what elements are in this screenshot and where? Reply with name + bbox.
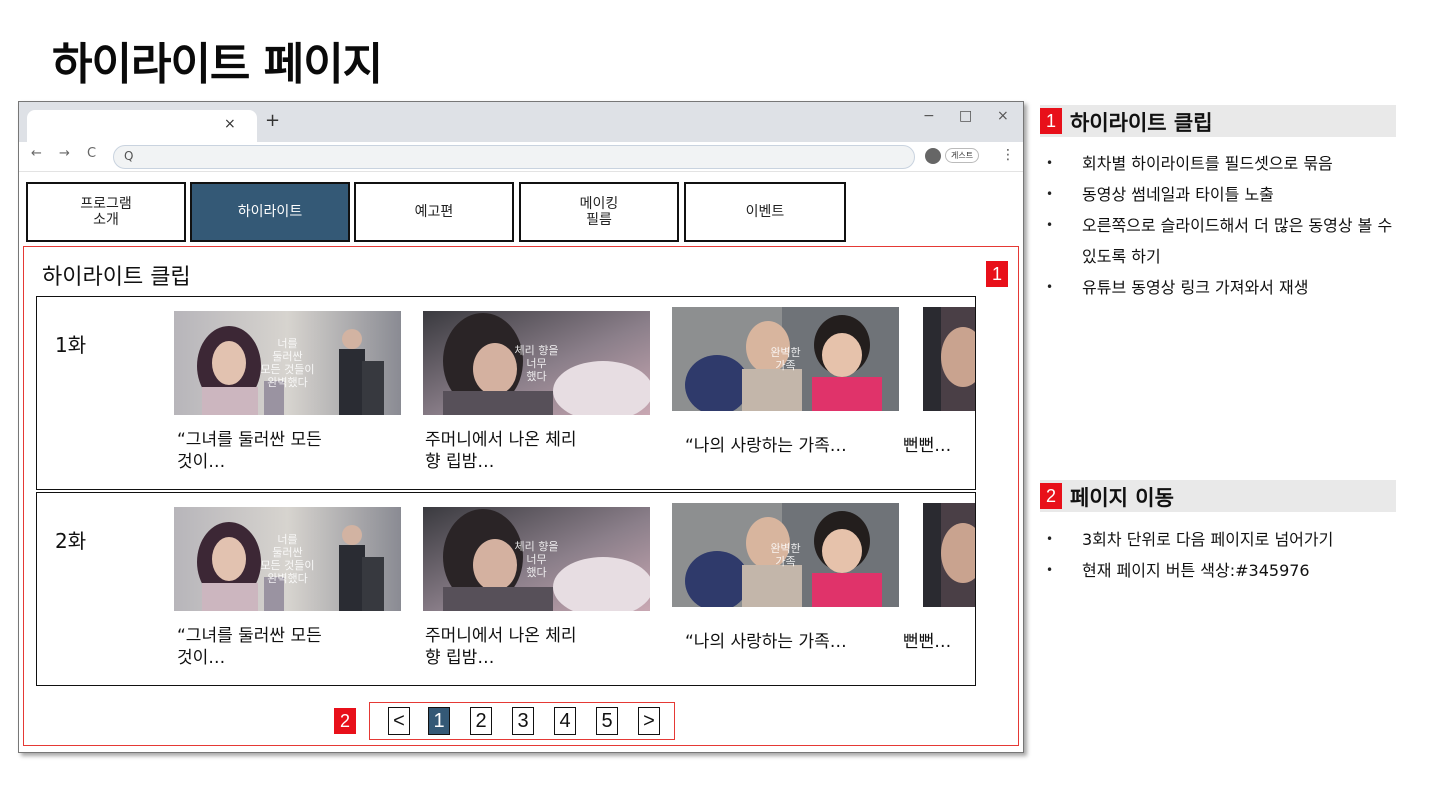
minimize-icon[interactable]: − <box>923 108 935 124</box>
video-thumbnail[interactable] <box>923 307 975 411</box>
clip-title[interactable]: 뻔뻔… <box>903 631 975 653</box>
thumbnail-caption: 완벽한 가족 <box>770 542 801 568</box>
episode-fieldset-1[interactable]: 1화 너를 둘러싼 모든 것들이 완벽했다 “그녀를 둘러싼 모든 것이… 체리… <box>36 296 976 490</box>
tab-event[interactable]: 이벤트 <box>684 182 846 242</box>
episode-label: 1화 <box>55 333 87 357</box>
spec-heading-1: 1 하이라이트 클립 <box>1040 105 1396 137</box>
episode-fieldset-2[interactable]: 2화 너를 둘러싼 모든 것들이 완벽했다 “그녀를 둘러싼 모든 것이… 체리… <box>36 492 976 686</box>
page-title: 하이라이트 페이지 <box>52 39 383 90</box>
spec-heading-text: 하이라이트 클립 <box>1070 111 1213 135</box>
clip-title[interactable]: “나의 사랑하는 가족… <box>685 435 915 457</box>
highlight-section: 하이라이트 클립 1 1화 너를 둘러싼 모든 것들이 완벽했다 “그녀를 둘러… <box>23 246 1019 746</box>
thumbnail-caption: 너를 둘러싼 모든 것들이 완벽했다 <box>260 533 315 585</box>
browser-window: × + − □ × ← → C Q 게스트 ⋮ 프로그램 소개 하이라이트 예고… <box>18 101 1024 753</box>
spec-item: 동영상 썸네일과 타이틀 노출 <box>1046 179 1396 210</box>
section-title: 하이라이트 클립 <box>42 265 191 290</box>
video-thumbnail[interactable]: 너를 둘러싼 모든 것들이 완벽했다 <box>174 311 401 415</box>
window-close-icon[interactable]: × <box>997 108 1009 124</box>
browser-tab[interactable]: × <box>27 110 257 142</box>
video-thumbnail[interactable]: 체리 향을 너무 했다 <box>423 311 650 415</box>
spec-list-1: 회차별 하이라이트를 필드셋으로 묶음 동영상 썸네일과 타이틀 노출 오른쪽으… <box>1046 148 1396 303</box>
next-page-button[interactable]: > <box>638 707 660 735</box>
tab-making-film[interactable]: 메이킹 필름 <box>519 182 679 242</box>
search-icon: Q <box>124 149 134 163</box>
tab-bar: × + − □ × <box>19 102 1023 142</box>
clip-title[interactable]: 주머니에서 나온 체리 향 립밤… <box>425 429 655 473</box>
thumbnail-image <box>923 307 975 411</box>
video-thumbnail[interactable]: 완벽한 가족 <box>672 503 899 607</box>
video-thumbnail[interactable]: 체리 향을 너무 했다 <box>423 507 650 611</box>
spec-item: 유튜브 동영상 링크 가져와서 재생 <box>1046 272 1396 303</box>
maximize-icon[interactable]: □ <box>959 108 972 124</box>
new-tab-icon[interactable]: + <box>265 110 280 131</box>
spec-number-badge: 1 <box>1040 108 1062 134</box>
video-thumbnail[interactable]: 너를 둘러싼 모든 것들이 완벽했다 <box>174 507 401 611</box>
avatar-icon <box>925 148 941 164</box>
page-button-4[interactable]: 4 <box>554 707 576 735</box>
clip-title[interactable]: 뻔뻔… <box>903 435 975 457</box>
tab-preview[interactable]: 예고편 <box>354 182 514 242</box>
thumbnail-caption: 완벽한 가족 <box>770 346 801 372</box>
thumbnail-caption: 체리 향을 너무 했다 <box>514 539 559 579</box>
page-button-1[interactable]: 1 <box>428 707 450 735</box>
spec-heading-2: 2 페이지 이동 <box>1040 480 1396 512</box>
thumbnail-caption: 너를 둘러싼 모든 것들이 완벽했다 <box>260 337 315 389</box>
spec-list-2: 3회차 단위로 다음 페이지로 넘어가기 현재 페이지 버튼 색상:#34597… <box>1046 524 1396 586</box>
clip-title[interactable]: “그녀를 둘러싼 모든 것이… <box>177 429 407 473</box>
marker-badge-1: 1 <box>986 261 1008 287</box>
thumbnail-caption: 체리 향을 너무 했다 <box>514 343 559 383</box>
tab-close-icon[interactable]: × <box>224 116 236 132</box>
address-bar-row: ← → C Q 게스트 ⋮ <box>19 142 1023 172</box>
url-input[interactable]: Q <box>113 145 915 169</box>
more-menu-icon[interactable]: ⋮ <box>1001 147 1015 163</box>
page-button-5[interactable]: 5 <box>596 707 618 735</box>
marker-badge-2: 2 <box>334 708 356 734</box>
clip-title[interactable]: 주머니에서 나온 체리 향 립밤… <box>425 625 655 669</box>
profile-button[interactable]: 게스트 <box>925 146 987 166</box>
reload-icon[interactable]: C <box>87 146 96 161</box>
clip-title[interactable]: “그녀를 둘러싼 모든 것이… <box>177 625 407 669</box>
spec-item: 회차별 하이라이트를 필드셋으로 묶음 <box>1046 148 1396 179</box>
spec-item: 오른쪽으로 슬라이드해서 더 많은 동영상 볼 수 있도록 하기 <box>1046 210 1396 272</box>
profile-label: 게스트 <box>945 148 980 163</box>
pagination: < 1 2 3 4 5 > <box>369 702 675 740</box>
episode-label: 2화 <box>55 529 87 553</box>
spec-heading-text: 페이지 이동 <box>1070 486 1174 510</box>
spec-number-badge: 2 <box>1040 483 1062 509</box>
forward-icon[interactable]: → <box>59 146 70 161</box>
clip-title[interactable]: “나의 사랑하는 가족… <box>685 631 915 653</box>
thumbnail-image <box>923 503 975 607</box>
video-thumbnail[interactable]: 완벽한 가족 <box>672 307 899 411</box>
back-icon[interactable]: ← <box>31 146 42 161</box>
spec-item: 현재 페이지 버튼 색상:#345976 <box>1046 555 1396 586</box>
video-thumbnail[interactable] <box>923 503 975 607</box>
prev-page-button[interactable]: < <box>388 707 410 735</box>
tab-program-intro[interactable]: 프로그램 소개 <box>26 182 186 242</box>
page-button-2[interactable]: 2 <box>470 707 492 735</box>
tab-highlight[interactable]: 하이라이트 <box>190 182 350 242</box>
spec-item: 3회차 단위로 다음 페이지로 넘어가기 <box>1046 524 1396 555</box>
page-button-3[interactable]: 3 <box>512 707 534 735</box>
